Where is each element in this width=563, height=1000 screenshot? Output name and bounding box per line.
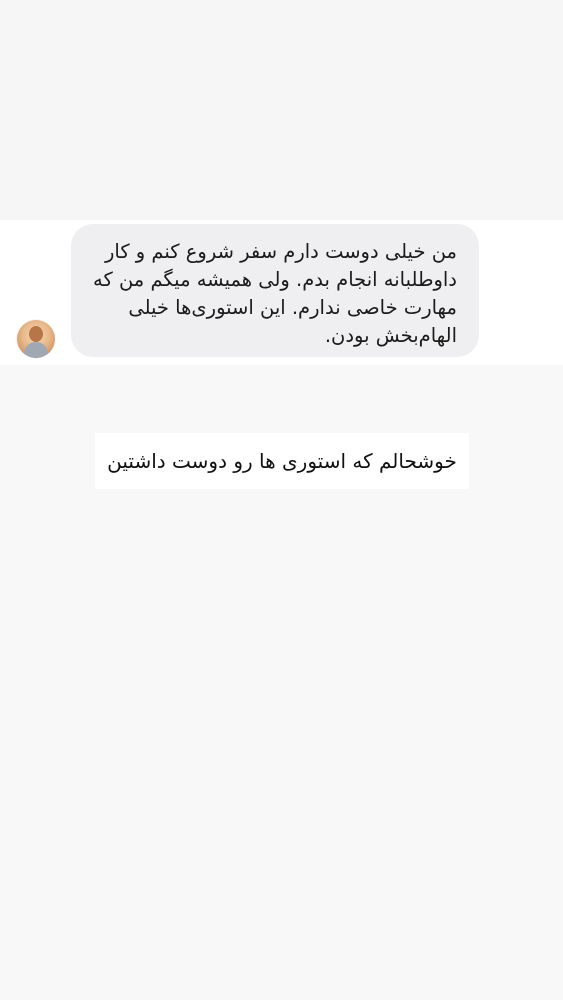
sender-avatar — [17, 320, 55, 358]
message-bubble: من خیلی دوست دارم سفر شروع کنم و کار داو… — [71, 224, 479, 357]
reply-caption-text: خوشحالم که استوری ها رو دوست داشتین — [107, 449, 457, 473]
story-background-top — [0, 0, 563, 220]
avatar-head-shape — [29, 326, 43, 342]
reply-caption-box: خوشحالم که استوری ها رو دوست داشتین — [95, 433, 469, 489]
avatar-body-shape — [24, 342, 48, 358]
message-text: من خیلی دوست دارم سفر شروع کنم و کار داو… — [93, 240, 457, 347]
